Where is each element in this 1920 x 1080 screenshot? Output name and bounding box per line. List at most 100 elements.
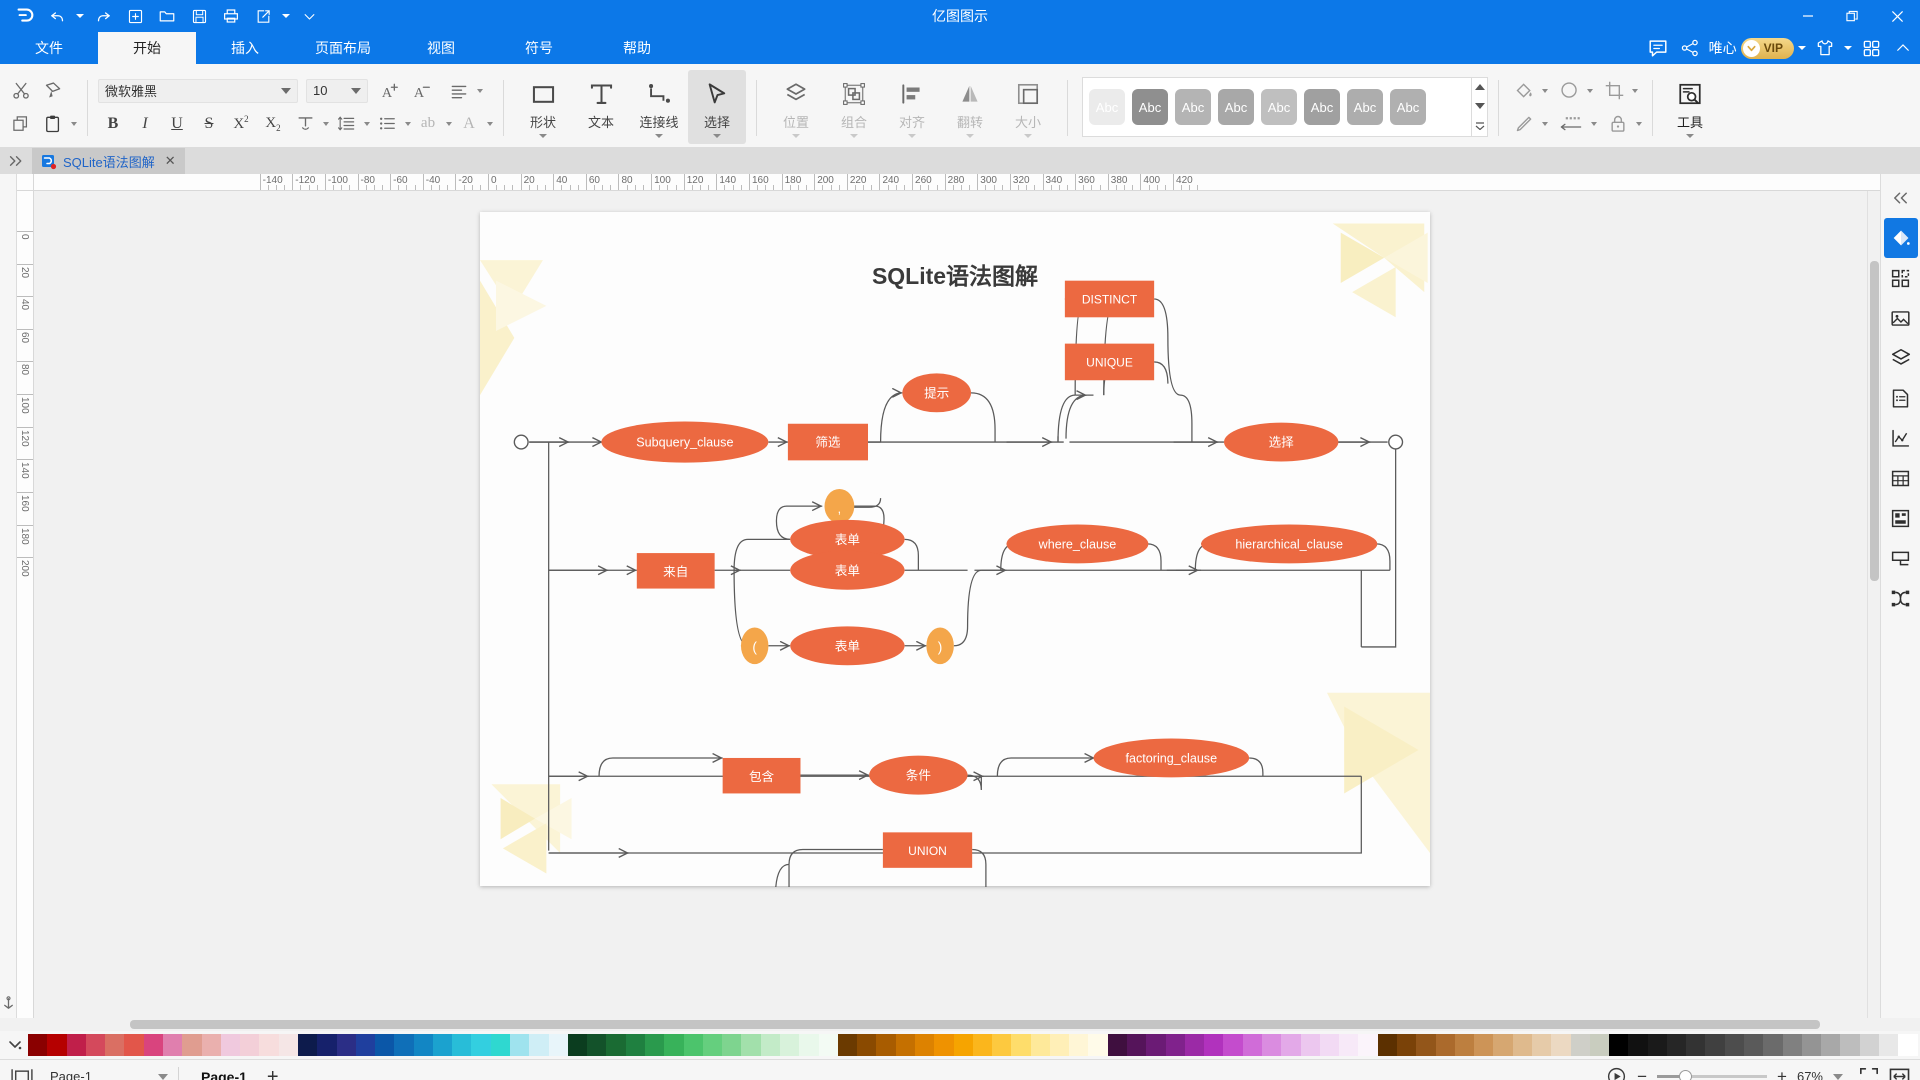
node-hierarchical-clause[interactable]: hierarchical_clause (1201, 524, 1377, 563)
fill-dropdown-icon[interactable] (1542, 89, 1548, 93)
color-swatch-cell[interactable] (1763, 1034, 1782, 1056)
color-swatch-cell[interactable] (1551, 1034, 1570, 1056)
color-swatch[interactable] (1513, 1034, 1532, 1056)
color-swatch-cell[interactable] (1590, 1034, 1609, 1056)
color-swatch[interactable] (1127, 1034, 1146, 1056)
style-swatch[interactable]: Abc (1304, 89, 1340, 125)
tool-flip[interactable]: 翻转 (941, 70, 999, 144)
color-swatch[interactable] (317, 1034, 336, 1056)
color-swatch-cell[interactable] (1378, 1034, 1397, 1056)
color-swatch-cell[interactable] (587, 1034, 606, 1056)
tool-size[interactable]: 大小 (999, 70, 1057, 144)
color-swatch-cell[interactable] (1127, 1034, 1146, 1056)
color-swatch[interactable] (799, 1034, 818, 1056)
lock-dropdown-icon[interactable] (1636, 122, 1642, 126)
minimize-button[interactable] (1785, 0, 1830, 32)
color-swatch[interactable] (1262, 1034, 1281, 1056)
style-swatch[interactable]: Abc (1261, 89, 1297, 125)
tool-select[interactable]: 选择 (688, 70, 746, 144)
chevron-down-icon[interactable] (655, 134, 663, 138)
color-swatch-cell[interactable] (1088, 1034, 1107, 1056)
pen-dropdown-icon[interactable] (1542, 122, 1548, 126)
chevron-down-icon[interactable] (908, 134, 916, 138)
color-swatch[interactable] (1301, 1034, 1320, 1056)
color-swatch-cell[interactable] (1705, 1034, 1724, 1056)
color-swatch[interactable] (221, 1034, 240, 1056)
color-swatch-cell[interactable] (1166, 1034, 1185, 1056)
menu-item-file[interactable]: 文件 (0, 32, 98, 64)
export-icon[interactable] (248, 3, 278, 29)
zoom-in-button[interactable]: + (1777, 1067, 1787, 1080)
color-swatch[interactable] (144, 1034, 163, 1056)
save-icon[interactable] (184, 3, 214, 29)
color-swatch-cell[interactable] (259, 1034, 278, 1056)
color-swatch[interactable] (452, 1034, 471, 1056)
color-swatch-cell[interactable] (1204, 1034, 1223, 1056)
color-swatch[interactable] (1898, 1034, 1917, 1056)
tool-position[interactable]: 位置 (767, 70, 825, 144)
color-swatch[interactable] (67, 1034, 86, 1056)
color-swatch[interactable] (1648, 1034, 1667, 1056)
font-family-select[interactable]: 微软雅黑 (98, 79, 298, 103)
node-tiaojian[interactable]: 条件 (869, 756, 967, 795)
color-swatch[interactable] (1802, 1034, 1821, 1056)
color-swatch[interactable] (645, 1034, 664, 1056)
text-direction-icon[interactable] (290, 109, 320, 139)
color-swatch-cell[interactable] (1069, 1034, 1088, 1056)
apps-icon[interactable] (1858, 35, 1884, 61)
node-biaodan-2[interactable]: 表单 (790, 551, 904, 590)
font-size-select[interactable]: 10 (306, 79, 368, 103)
color-swatch[interactable] (1069, 1034, 1088, 1056)
chevron-down-icon[interactable] (1686, 134, 1694, 138)
color-swatch-cell[interactable] (896, 1034, 915, 1056)
node-tishi[interactable]: 提示 (902, 373, 971, 412)
node-lparen-1[interactable]: ( (741, 627, 768, 664)
color-swatch[interactable] (1358, 1034, 1377, 1056)
node-rparen-1[interactable]: ) (926, 627, 953, 664)
line-spacing-icon[interactable] (331, 109, 361, 139)
color-swatch-cell[interactable] (1416, 1034, 1435, 1056)
color-swatch[interactable] (259, 1034, 278, 1056)
color-swatch[interactable] (1725, 1034, 1744, 1056)
color-swatch-cell[interactable] (741, 1034, 760, 1056)
close-icon[interactable]: ✕ (165, 153, 176, 169)
color-swatch[interactable] (1744, 1034, 1763, 1056)
color-swatch[interactable] (394, 1034, 413, 1056)
shadow-icon[interactable] (1554, 76, 1584, 106)
color-swatch[interactable] (896, 1034, 915, 1056)
strikethrough-button[interactable]: S (194, 109, 224, 139)
node-laizi[interactable]: 来自 (637, 553, 715, 588)
page-selector[interactable]: Page-1 (50, 1069, 168, 1080)
open-icon[interactable] (152, 3, 182, 29)
color-swatch-cell[interactable] (838, 1034, 857, 1056)
node-unique[interactable]: UNIQUE (1065, 344, 1154, 381)
color-swatch[interactable] (915, 1034, 934, 1056)
color-swatch[interactable] (1609, 1034, 1628, 1056)
color-swatch-cell[interactable] (86, 1034, 105, 1056)
gallery-scroll-down-icon[interactable] (1475, 103, 1485, 109)
color-swatch-cell[interactable] (1571, 1034, 1590, 1056)
color-swatch-cell[interactable] (529, 1034, 548, 1056)
color-swatch[interactable] (1011, 1034, 1030, 1056)
color-swatch[interactable] (934, 1034, 953, 1056)
canvas-scroll[interactable]: Subquery_clause 筛选 提示 DISTINCT (34, 191, 1880, 1018)
export-dropdown-icon[interactable] (280, 3, 292, 29)
color-swatch[interactable] (1783, 1034, 1802, 1056)
bullet-list-dropdown-icon[interactable] (405, 122, 411, 126)
text-align-dropdown-icon[interactable] (477, 89, 483, 93)
horizontal-scroll-thumb[interactable] (130, 1020, 1820, 1029)
color-swatch-cell[interactable] (221, 1034, 240, 1056)
color-swatch-cell[interactable] (337, 1034, 356, 1056)
color-swatch-cell[interactable] (934, 1034, 953, 1056)
color-swatch-cell[interactable] (857, 1034, 876, 1056)
color-swatch-cell[interactable] (684, 1034, 703, 1056)
color-swatch[interactable] (1667, 1034, 1686, 1056)
shirt-icon[interactable] (1812, 35, 1838, 61)
color-swatch[interactable] (568, 1034, 587, 1056)
fill-style-icon[interactable] (1884, 218, 1918, 258)
color-swatch[interactable] (1223, 1034, 1242, 1056)
paste-icon[interactable] (38, 109, 68, 139)
color-swatch-cell[interactable] (279, 1034, 298, 1056)
color-swatch[interactable] (1821, 1034, 1840, 1056)
fit-page-icon[interactable] (1859, 1067, 1879, 1080)
